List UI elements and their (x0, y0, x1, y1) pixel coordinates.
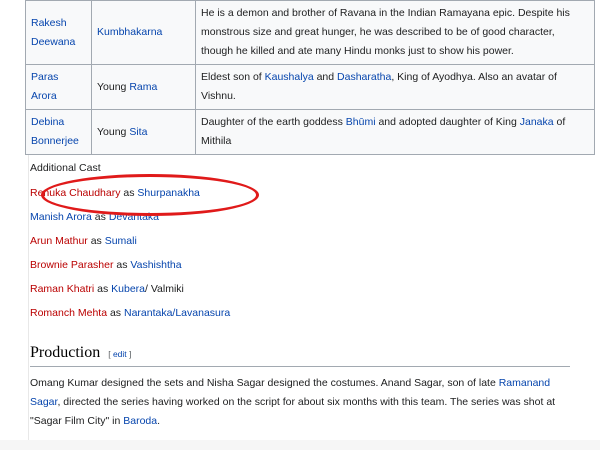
actor-link-paras-arora[interactable]: Paras Arora (31, 71, 58, 102)
role-link[interactable]: Narantaka/Lavanasura (124, 307, 230, 319)
footer-band (0, 440, 600, 450)
connector-text: as (91, 211, 109, 223)
link-janaka[interactable]: Janaka (520, 116, 554, 128)
role-link-sita[interactable]: Sita (129, 126, 147, 138)
actor-link[interactable]: Arun Mathur (30, 235, 88, 247)
table-row: Paras Arora Young Rama Eldest son of Kau… (25, 64, 595, 110)
connector-text: as (94, 283, 112, 295)
actor-link[interactable]: Raman Khatri (30, 283, 94, 295)
role-prefix: Young (97, 125, 130, 138)
list-item: Manish Arora as Devantaka (30, 210, 230, 234)
description-text: and (313, 71, 338, 83)
list-item: Brownie Parasher as Vashishtha (30, 258, 230, 282)
actor-link[interactable]: Brownie Parasher (30, 259, 113, 271)
actor-link[interactable]: Romanch Mehta (30, 307, 107, 319)
description-text: Eldest son of (201, 71, 265, 83)
section-title: Production (30, 344, 101, 361)
role-prefix: Young (97, 80, 130, 93)
link-dasharatha[interactable]: Dasharatha (337, 71, 391, 83)
link-baroda[interactable]: Baroda (123, 415, 157, 427)
additional-cast-list: Renuka Chaudhary as Shurpanakha Manish A… (30, 186, 230, 330)
description-text: and adopted daughter of King (375, 116, 520, 128)
role-link[interactable]: Shurpanakha (137, 187, 199, 199)
description-cell: He is a demon and brother of Ravana in t… (195, 0, 595, 65)
paragraph-text: Omang Kumar designed the sets and Nisha … (30, 377, 499, 389)
description-text: Daughter of the earth goddess (201, 116, 346, 128)
table-row: Debina Bonnerjee Young Sita Daughter of t… (25, 109, 595, 155)
list-item: Arun Mathur as Sumali (30, 234, 230, 258)
connector-text: as (107, 307, 124, 319)
connector-text: as (120, 187, 138, 199)
paragraph-text: . (157, 415, 161, 427)
list-item: Romanch Mehta as Narantaka/Lavanasura (30, 306, 230, 330)
description-cell: Daughter of the earth goddess Bhūmi and … (195, 109, 595, 155)
actor-link[interactable]: Renuka Chaudhary (30, 187, 120, 199)
actor-cell: Paras Arora (25, 64, 92, 110)
actor-link-debina-bonnerjee[interactable]: Debina Bonnerjee (31, 116, 79, 147)
link-bhumi[interactable]: Bhūmi (346, 116, 376, 128)
connector-text: as (87, 235, 105, 247)
role-link-rama[interactable]: Rama (129, 81, 157, 93)
role-cell: Kumbhakarna (91, 0, 196, 65)
role-cell: Young Sita (91, 109, 196, 155)
production-paragraph: Omang Kumar designed the sets and Nisha … (30, 374, 575, 431)
edit-link[interactable]: edit (113, 349, 127, 359)
link-kaushalya[interactable]: Kaushalya (265, 71, 314, 83)
actor-cell: Rakesh Deewana (25, 0, 92, 65)
edit-section: [ edit ] (108, 349, 132, 359)
role-link[interactable]: Devantaka (109, 211, 159, 223)
section-heading-production: Production [ edit ] (30, 344, 570, 367)
paragraph-text: , directed the series having worked on t… (30, 396, 556, 427)
actor-cell: Debina Bonnerjee (25, 109, 92, 155)
actor-link-rakesh-deewana[interactable]: Rakesh Deewana (31, 17, 75, 48)
description-cell: Eldest son of Kaushalya and Dasharatha, … (195, 64, 595, 110)
list-item: Raman Khatri as Kubera/ Valmiki (30, 282, 230, 306)
cast-table: Rakesh Deewana Kumbhakarna He is a demon … (25, 0, 595, 155)
role-link[interactable]: Sumali (105, 235, 137, 247)
extra-text: / Valmiki (145, 283, 184, 295)
role-link-kumbhakarna[interactable]: Kumbhakarna (97, 26, 162, 38)
table-row: Rakesh Deewana Kumbhakarna He is a demon … (25, 0, 595, 65)
connector-text: as (113, 259, 131, 271)
role-cell: Young Rama (91, 64, 196, 110)
role-link[interactable]: Vashishtha (130, 259, 181, 271)
actor-link[interactable]: Manish Arora (30, 211, 92, 223)
list-item: Renuka Chaudhary as Shurpanakha (30, 186, 230, 210)
additional-cast-heading: Additional Cast (30, 162, 101, 174)
role-link[interactable]: Kubera (111, 283, 145, 295)
